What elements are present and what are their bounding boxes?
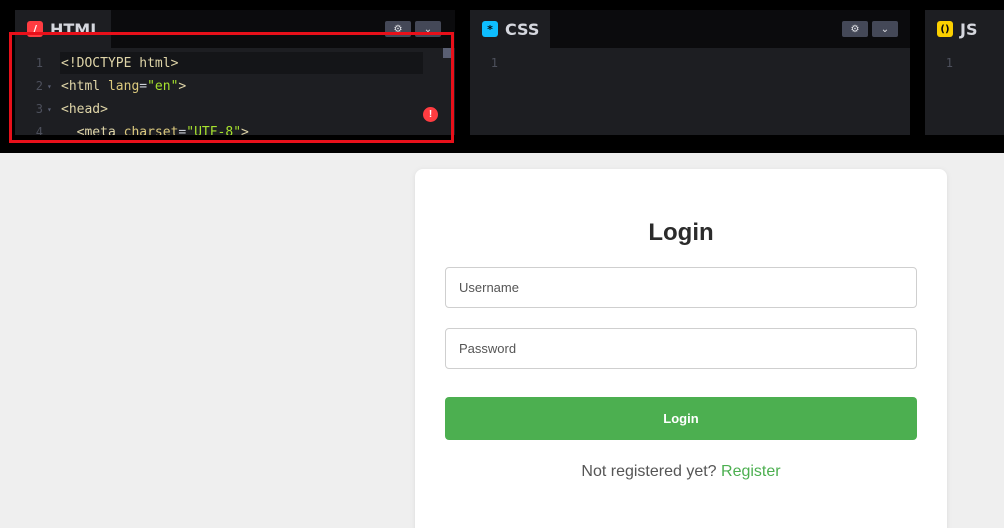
login-card: Login Username Password Login Not regist…	[415, 169, 947, 528]
line-number: 1	[490, 56, 498, 70]
css-icon: *	[482, 21, 498, 37]
css-collapse-button[interactable]: ⌄	[872, 21, 898, 37]
tab-css-label: CSS	[505, 19, 540, 39]
js-code-area[interactable]: 1	[925, 50, 1004, 135]
password-placeholder: Password	[459, 341, 517, 356]
line-number: 1	[945, 56, 953, 70]
code-line: 1	[470, 52, 910, 74]
gear-icon: ⚙	[850, 23, 860, 35]
editor-top-bar	[0, 0, 1004, 10]
login-title: Login	[648, 219, 714, 246]
username-placeholder: Username	[459, 280, 519, 295]
js-icon: ()	[937, 21, 953, 37]
tab-js-label: JS	[960, 19, 978, 39]
register-prompt-text: Not registered yet?	[581, 463, 722, 480]
register-link[interactable]: Register	[721, 463, 781, 480]
js-editor-panel[interactable]: () JS 1	[925, 10, 1004, 135]
css-panel-header: * CSS ⚙ ⌄	[470, 10, 910, 48]
code-editor: / HTML ⚙ ⌄ 1 <!DOCTYPE html> 2 ▾ <html lang=…	[0, 0, 1004, 153]
tab-js[interactable]: () JS	[925, 10, 1004, 48]
code-line: 1	[925, 52, 1004, 74]
password-input[interactable]: Password	[445, 328, 917, 369]
css-code-area[interactable]: 1	[470, 50, 910, 135]
register-prompt: Not registered yet? Register	[415, 463, 947, 481]
chevron-down-icon: ⌄	[880, 23, 890, 35]
css-panel-controls: ⚙ ⌄	[842, 21, 898, 37]
css-editor-panel[interactable]: * CSS ⚙ ⌄ 1	[470, 10, 910, 135]
tab-css[interactable]: * CSS	[470, 10, 550, 48]
username-input[interactable]: Username	[445, 267, 917, 308]
js-panel-header: () JS	[925, 10, 1004, 48]
login-button[interactable]: Login	[445, 397, 917, 440]
css-settings-button[interactable]: ⚙	[842, 21, 868, 37]
highlight-annotation-box	[9, 32, 454, 143]
